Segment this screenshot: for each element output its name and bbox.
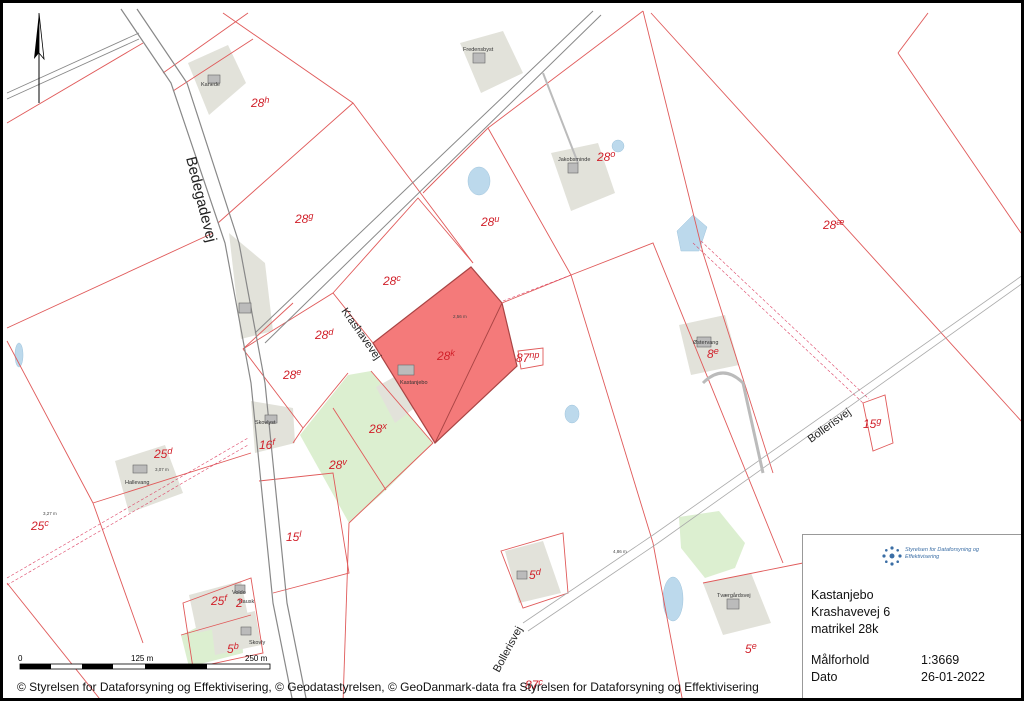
info-address: Krashavevej 6 — [811, 605, 891, 619]
meta-row-scale: Målforhold 1:3669 — [811, 652, 1016, 669]
parcel-label: 28u — [480, 214, 499, 229]
map-frame: Kanede Fredensbyst Jakobsminde Kastanjeb… — [0, 0, 1024, 701]
house-label-skovlyst: Skovlyst — [255, 420, 276, 426]
dim-label: 2,56 m — [453, 314, 467, 319]
parcel-label: 28e — [282, 367, 301, 382]
road-label-bollerisvej-east: Bollerisvej — [806, 406, 854, 445]
road-label-krashavevej: Krashavevej — [339, 306, 384, 362]
house-label-hallevang: Hallevang — [125, 480, 149, 486]
parcel-label: 87np — [516, 350, 539, 365]
house-label-jakobsminde: Jakobsminde — [558, 157, 590, 163]
meta-value: 1:3669 — [921, 653, 960, 667]
scale-label-125: 125 m — [131, 654, 154, 663]
logo-text: Styrelsen for Dataforsyning og Effektivi… — [905, 547, 979, 560]
house-label-kastanjebo: Kastanjebo — [400, 380, 428, 386]
info-meta: Målforhold 1:3669 Dato 26-01-2022 — [811, 652, 1016, 686]
dim-label: 3,07 m — [155, 467, 169, 472]
scale-label-0: 0 — [18, 654, 23, 663]
meta-value: 26-01-2022 — [921, 670, 985, 684]
north-arrow-icon — [34, 12, 45, 103]
house-label-skovly: Skovly — [249, 640, 265, 646]
parcel-label: 16f — [259, 437, 276, 452]
meta-label: Dato — [811, 670, 838, 684]
parcel-label: 28o — [596, 149, 615, 164]
parcel-label: 25c — [30, 518, 49, 533]
info-box: Styrelsen for Dataforsyning og Effektivi… — [802, 534, 1021, 698]
info-cadastre: matrikel 28k — [811, 622, 879, 636]
scale-label-250: 250 m — [245, 654, 268, 663]
meta-row-date: Dato 26-01-2022 — [811, 669, 1016, 686]
info-place-name: Kastanjebo — [811, 588, 874, 602]
agency-logo: Styrelsen for Dataforsyning og Effektivi… — [881, 545, 981, 573]
parcel-label: 28h — [250, 95, 269, 110]
crown-icon — [882, 546, 902, 566]
dim-label: 4,86 m — [613, 549, 627, 554]
parcel-label: 2 — [235, 596, 243, 610]
house-label-fredensbyst: Fredensbyst — [463, 47, 494, 53]
copyright-text: © Styrelsen for Dataforsyning og Effekti… — [17, 680, 759, 694]
parcel-label: 28d — [314, 327, 334, 342]
parcel-label: 28g — [294, 211, 313, 226]
dim-label: 3,27 m — [43, 511, 57, 516]
parcel-label: 5e — [745, 641, 757, 656]
house-label-tvaergard: Tværgårdsvej — [717, 592, 751, 599]
parcel-label: 28æ — [822, 217, 844, 232]
meta-label: Målforhold — [811, 653, 870, 667]
house-label-kanede: Kanede — [201, 82, 220, 88]
parcel-label: 25d — [153, 446, 173, 461]
parcel-label: 15g — [863, 416, 881, 431]
scale-bar: 0 125 m 250 m — [15, 651, 275, 675]
parcel-label: 15l — [286, 529, 302, 544]
road-label-bollerisvej-south: Bollerisvej — [491, 625, 525, 675]
info-lines: Kastanjebo Krashavevej 6 matrikel 28k — [811, 587, 890, 638]
parcel-label: 28c — [382, 273, 401, 288]
